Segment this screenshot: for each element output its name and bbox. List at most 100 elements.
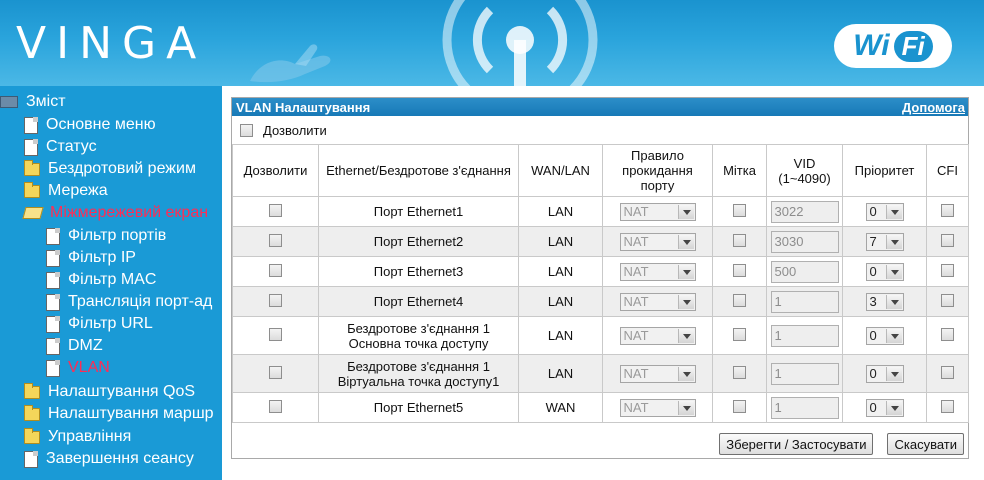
row-wanlan: LAN bbox=[518, 256, 603, 287]
chevron-down-icon bbox=[677, 400, 694, 415]
row-tag-checkbox[interactable] bbox=[733, 399, 746, 413]
sidebar-item-wireless[interactable]: Бездротовий режим bbox=[24, 158, 196, 180]
page-icon bbox=[24, 116, 38, 134]
chevron-down-icon bbox=[885, 264, 902, 279]
page-icon bbox=[46, 271, 60, 289]
row-vid-input[interactable]: 3030 bbox=[770, 230, 839, 253]
row-enable-checkbox[interactable] bbox=[269, 293, 282, 307]
row-wanlan: LAN bbox=[518, 196, 603, 227]
row-cfi-checkbox[interactable] bbox=[941, 399, 954, 413]
save-apply-button[interactable]: Зберегти / Застосувати bbox=[719, 433, 874, 455]
row-rule-select[interactable]: NAT bbox=[619, 202, 696, 221]
sidebar-item-routing[interactable]: Налаштування маршр bbox=[24, 403, 214, 425]
row-connection: Порт Ethernet3 bbox=[318, 256, 519, 287]
hand-graphic-icon bbox=[250, 44, 331, 83]
help-link[interactable]: Допомога bbox=[902, 100, 965, 115]
sidebar-item-status[interactable]: Статус bbox=[24, 136, 97, 158]
row-vid-input[interactable]: 3022 bbox=[770, 200, 839, 223]
row-cfi-checkbox[interactable] bbox=[941, 365, 954, 379]
chevron-down-icon bbox=[885, 328, 902, 343]
sidebar-item-label: Мережа bbox=[48, 182, 108, 199]
sidebar-item-main-menu[interactable]: Основне меню bbox=[24, 114, 156, 136]
enable-vlan-checkbox[interactable] bbox=[240, 123, 253, 137]
row-cfi-checkbox[interactable] bbox=[941, 327, 954, 341]
sidebar-item-network[interactable]: Мережа bbox=[24, 180, 108, 202]
row-rule-select[interactable]: NAT bbox=[619, 292, 696, 311]
wifi-logo-fi: Fi bbox=[893, 30, 933, 62]
row-cfi-checkbox[interactable] bbox=[941, 233, 954, 247]
row-tag-checkbox[interactable] bbox=[733, 365, 746, 379]
sidebar-item-management[interactable]: Управління bbox=[24, 426, 131, 448]
sidebar-item-mac-filter[interactable]: Фільтр MAC bbox=[46, 269, 156, 291]
row-tag-checkbox[interactable] bbox=[733, 203, 746, 217]
sidebar-item-label: Фільтр MAC bbox=[68, 271, 157, 288]
row-priority-select[interactable]: 3 bbox=[865, 292, 904, 311]
row-priority-select[interactable]: 0 bbox=[865, 262, 904, 281]
row-priority-select[interactable]: 0 bbox=[865, 398, 904, 417]
row-tag-checkbox[interactable] bbox=[733, 233, 746, 247]
row-enable-checkbox[interactable] bbox=[269, 203, 282, 217]
column-header: Пріоритет bbox=[842, 144, 927, 197]
row-enable-checkbox[interactable] bbox=[269, 365, 282, 379]
sidebar-item-firewall[interactable]: Міжмережевий екран bbox=[22, 202, 208, 224]
row-rule-select[interactable]: NAT bbox=[619, 326, 696, 345]
column-header: WAN/LAN bbox=[518, 144, 603, 197]
sidebar-item-qos[interactable]: Налаштування QoS bbox=[24, 381, 195, 403]
row-connection: Порт Ethernet2 bbox=[318, 226, 519, 257]
row-priority-select[interactable]: 0 bbox=[865, 326, 904, 345]
row-priority-select[interactable]: 0 bbox=[865, 364, 904, 383]
row-priority-select[interactable]: 0 bbox=[865, 202, 904, 221]
row-enable-checkbox[interactable] bbox=[269, 233, 282, 247]
row-vid-input[interactable]: 1 bbox=[770, 290, 839, 313]
sidebar-item-label: DMZ bbox=[68, 337, 103, 354]
row-tag-checkbox[interactable] bbox=[733, 293, 746, 307]
folder-icon bbox=[24, 382, 40, 399]
row-priority-select[interactable]: 7 bbox=[865, 232, 904, 251]
row-rule-select[interactable]: NAT bbox=[619, 232, 696, 251]
row-vid-input[interactable]: 1 bbox=[770, 324, 839, 347]
row-vid-input[interactable]: 500 bbox=[770, 260, 839, 283]
row-enable-checkbox[interactable] bbox=[269, 399, 282, 413]
chevron-down-icon bbox=[885, 204, 902, 219]
folder-icon bbox=[24, 159, 40, 176]
row-connection: Бездротове з'єднання 1 Основна точка дос… bbox=[318, 316, 519, 355]
sidebar-item-port-forwarding[interactable]: Трансляція порт-ад bbox=[46, 291, 212, 313]
row-vid-input[interactable]: 1 bbox=[770, 396, 839, 419]
row-cfi-checkbox[interactable] bbox=[941, 263, 954, 277]
sidebar-item-label: Управління bbox=[48, 428, 132, 445]
row-tag-checkbox[interactable] bbox=[733, 327, 746, 341]
chevron-down-icon bbox=[677, 366, 694, 381]
sidebar-item-dmz[interactable]: DMZ bbox=[46, 335, 103, 357]
row-rule-select[interactable]: NAT bbox=[619, 398, 696, 417]
column-header: Ethernet/Бездротове з'єднання bbox=[318, 144, 519, 197]
row-enable-checkbox[interactable] bbox=[269, 263, 282, 277]
sidebar-item-ip-filter[interactable]: Фільтр IP bbox=[46, 247, 136, 269]
sidebar-item-root[interactable]: Зміст bbox=[0, 91, 66, 113]
chevron-down-icon bbox=[677, 204, 694, 219]
row-rule-select[interactable]: NAT bbox=[619, 364, 696, 383]
row-cfi-checkbox[interactable] bbox=[941, 293, 954, 307]
panel-title: VLAN Налаштування bbox=[236, 99, 371, 115]
cancel-button[interactable]: Скасувати bbox=[887, 433, 964, 455]
sidebar-item-url-filter[interactable]: Фільтр URL bbox=[46, 313, 153, 335]
table-row: Порт Ethernet3 LAN NAT 500 0 bbox=[232, 256, 969, 287]
sidebar-item-logout[interactable]: Завершення сеансу bbox=[24, 448, 194, 470]
row-tag-checkbox[interactable] bbox=[733, 263, 746, 277]
sidebar-item-port-filter[interactable]: Фільтр портів bbox=[46, 225, 166, 247]
row-connection: Бездротове з'єднання 1 Віртуальна точка … bbox=[318, 354, 519, 393]
chevron-down-icon bbox=[677, 264, 694, 279]
sidebar-item-vlan[interactable]: VLAN bbox=[46, 357, 110, 379]
page-icon bbox=[46, 249, 60, 267]
folder-icon bbox=[24, 404, 40, 421]
row-cfi-checkbox[interactable] bbox=[941, 203, 954, 217]
router-admin-page: VINGA Wi Fi Зміст Основне меню Статус Бе… bbox=[0, 0, 984, 480]
column-header: Правило прокидання порту bbox=[602, 144, 713, 197]
page-icon bbox=[46, 293, 60, 311]
table-row: Порт Ethernet4 LAN NAT 1 3 bbox=[232, 286, 969, 317]
brand-logo: VINGA bbox=[16, 18, 207, 69]
row-vid-input[interactable]: 1 bbox=[770, 362, 839, 385]
row-enable-checkbox[interactable] bbox=[269, 327, 282, 341]
vlan-settings-panel: VLAN Налаштування Допомога Дозволити Доз… bbox=[231, 97, 969, 459]
row-rule-select[interactable]: NAT bbox=[619, 262, 696, 281]
sidebar-item-label: Трансляція порт-ад bbox=[68, 293, 213, 310]
